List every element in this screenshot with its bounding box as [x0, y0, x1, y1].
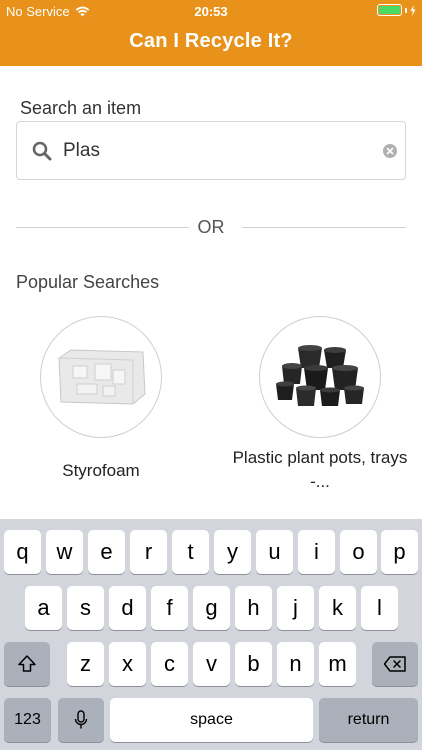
backspace-key[interactable] [372, 642, 418, 686]
popular-item-styrofoam[interactable]: Styrofoam [11, 316, 191, 483]
battery-icon [377, 4, 402, 16]
divider-line-right [242, 227, 406, 228]
page-title: Can I Recycle It? [129, 30, 293, 52]
key-i[interactable]: i [298, 530, 335, 574]
popular-item-label: Plastic plant pots, trays -... [232, 448, 408, 491]
key-c[interactable]: c [151, 642, 188, 686]
numbers-key[interactable]: 123 [4, 698, 51, 742]
clock: 20:53 [194, 4, 228, 19]
key-v[interactable]: v [193, 642, 230, 686]
microphone-icon [74, 710, 88, 729]
key-q[interactable]: q [4, 530, 41, 574]
charging-icon [410, 4, 416, 16]
popular-searches-title: Popular Searches [16, 272, 160, 292]
key-m[interactable]: m [319, 642, 356, 686]
on-screen-keyboard: q w e r t y u i o p a s d f g h j k l z … [0, 519, 422, 750]
key-x[interactable]: x [109, 642, 146, 686]
key-r[interactable]: r [130, 530, 167, 574]
key-z[interactable]: z [67, 642, 104, 686]
plant-pots-image-frame [259, 316, 381, 438]
key-d[interactable]: d [109, 586, 146, 630]
shift-key[interactable] [4, 642, 50, 686]
key-n[interactable]: n [277, 642, 314, 686]
space-key[interactable]: space [110, 698, 313, 742]
key-j[interactable]: j [277, 586, 314, 630]
popular-item-label: Styrofoam [62, 461, 140, 480]
key-g[interactable]: g [193, 586, 230, 630]
key-e[interactable]: e [88, 530, 125, 574]
return-key[interactable]: return [319, 698, 418, 742]
search-input[interactable] [63, 136, 363, 166]
styrofoam-image [58, 349, 146, 405]
key-o[interactable]: o [340, 530, 377, 574]
key-h[interactable]: h [235, 586, 272, 630]
key-k[interactable]: k [319, 586, 356, 630]
search-field[interactable] [16, 121, 406, 180]
key-b[interactable]: b [235, 642, 272, 686]
popular-item-plant-pots[interactable]: Plastic plant pots, trays -... [230, 316, 410, 494]
styrofoam-image-frame [40, 316, 162, 438]
shift-icon [18, 655, 36, 672]
key-l[interactable]: l [361, 586, 398, 630]
key-y[interactable]: y [214, 530, 251, 574]
key-u[interactable]: u [256, 530, 293, 574]
dictation-key[interactable] [58, 698, 104, 742]
clear-icon[interactable] [383, 144, 397, 158]
app-header: No Service 20:53 Can I Recycle It? [0, 0, 422, 66]
key-w[interactable]: w [46, 530, 83, 574]
key-t[interactable]: t [172, 530, 209, 574]
key-p[interactable]: p [381, 530, 418, 574]
key-s[interactable]: s [67, 586, 104, 630]
key-a[interactable]: a [25, 586, 62, 630]
status-bar: No Service 20:53 [0, 0, 422, 22]
search-label: Search an item [20, 98, 142, 118]
key-f[interactable]: f [151, 586, 188, 630]
or-divider: OR [16, 216, 406, 238]
plant-pots-image [276, 345, 364, 406]
backspace-icon [383, 656, 406, 672]
battery-indicator [377, 4, 416, 16]
search-icon [32, 141, 52, 161]
